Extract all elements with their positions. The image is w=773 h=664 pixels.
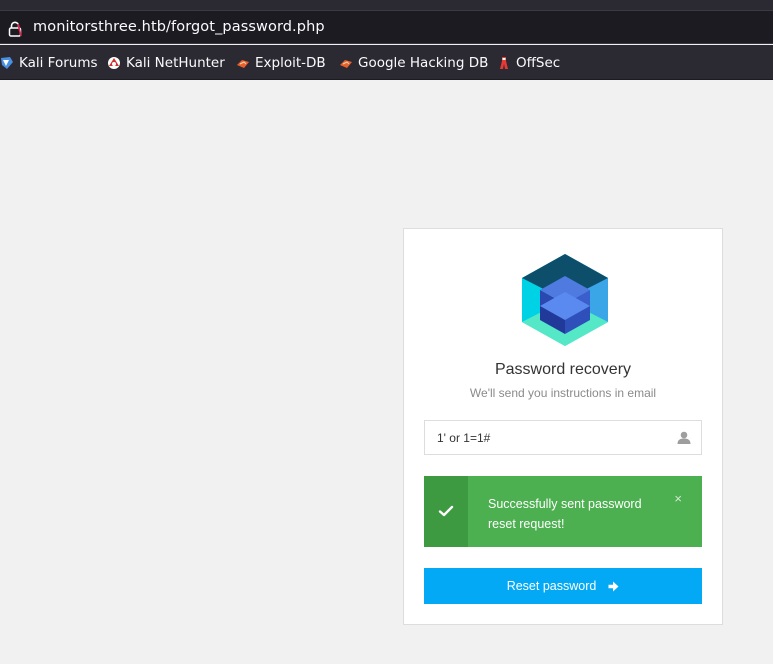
address-bar[interactable]: monitorsthree.htb/forgot_password.php: [0, 10, 773, 44]
bookmark-label: Google Hacking DB: [358, 54, 489, 71]
kali-dragon-icon: [1, 56, 13, 69]
bookmark-kali-nethunter[interactable]: Kali NetHunter: [107, 45, 225, 80]
browser-window: monitorsthree.htb/forgot_password.php Ka…: [0, 0, 773, 664]
page-subtitle: We'll send you instructions in email: [469, 386, 657, 400]
check-icon: [438, 505, 454, 517]
browser-tab-strip: [0, 0, 773, 10]
success-alert: Successfully sent password reset request…: [424, 476, 702, 547]
bookmark-offsec[interactable]: OffSec: [497, 45, 560, 80]
email-field[interactable]: [425, 421, 665, 454]
page-content: Password recovery We'll send you instruc…: [0, 80, 773, 664]
page-title: Password recovery: [494, 361, 632, 378]
user-icon: [677, 431, 691, 444]
ghdb-icon: [340, 59, 352, 68]
alert-message: Successfully sent password reset request…: [488, 497, 642, 531]
bookmark-label: Exploit-DB: [255, 54, 326, 71]
password-recovery-card: Password recovery We'll send you instruc…: [403, 228, 723, 625]
bookmark-label: OffSec: [516, 54, 561, 71]
cube-logo-icon: [522, 254, 608, 346]
email-field-wrapper: [424, 420, 702, 455]
reset-password-label: Reset password: [506, 579, 597, 593]
reset-password-button[interactable]: Reset password: [424, 568, 702, 604]
bookmark-google-hacking-db[interactable]: Google Hacking DB: [339, 45, 488, 80]
alert-icon-box: [424, 476, 468, 547]
bookmark-label: Kali NetHunter: [126, 54, 225, 71]
nethunter-icon: [108, 56, 120, 69]
bookmarks-toolbar: Kali Forums Kali NetHunter Exploit-DB Go…: [0, 45, 773, 80]
offsec-icon: [500, 56, 508, 69]
bookmark-kali-forums[interactable]: Kali Forums: [0, 45, 98, 80]
bookmark-label: Kali Forums: [19, 54, 98, 71]
arrow-right-icon: [608, 581, 619, 591]
alert-close-button[interactable]: ×: [674, 491, 682, 506]
exploit-db-icon: [237, 59, 249, 68]
lock-icon: [8, 21, 22, 37]
bookmark-exploit-db[interactable]: Exploit-DB: [236, 45, 326, 80]
url-text[interactable]: monitorsthree.htb/forgot_password.php: [33, 19, 325, 35]
